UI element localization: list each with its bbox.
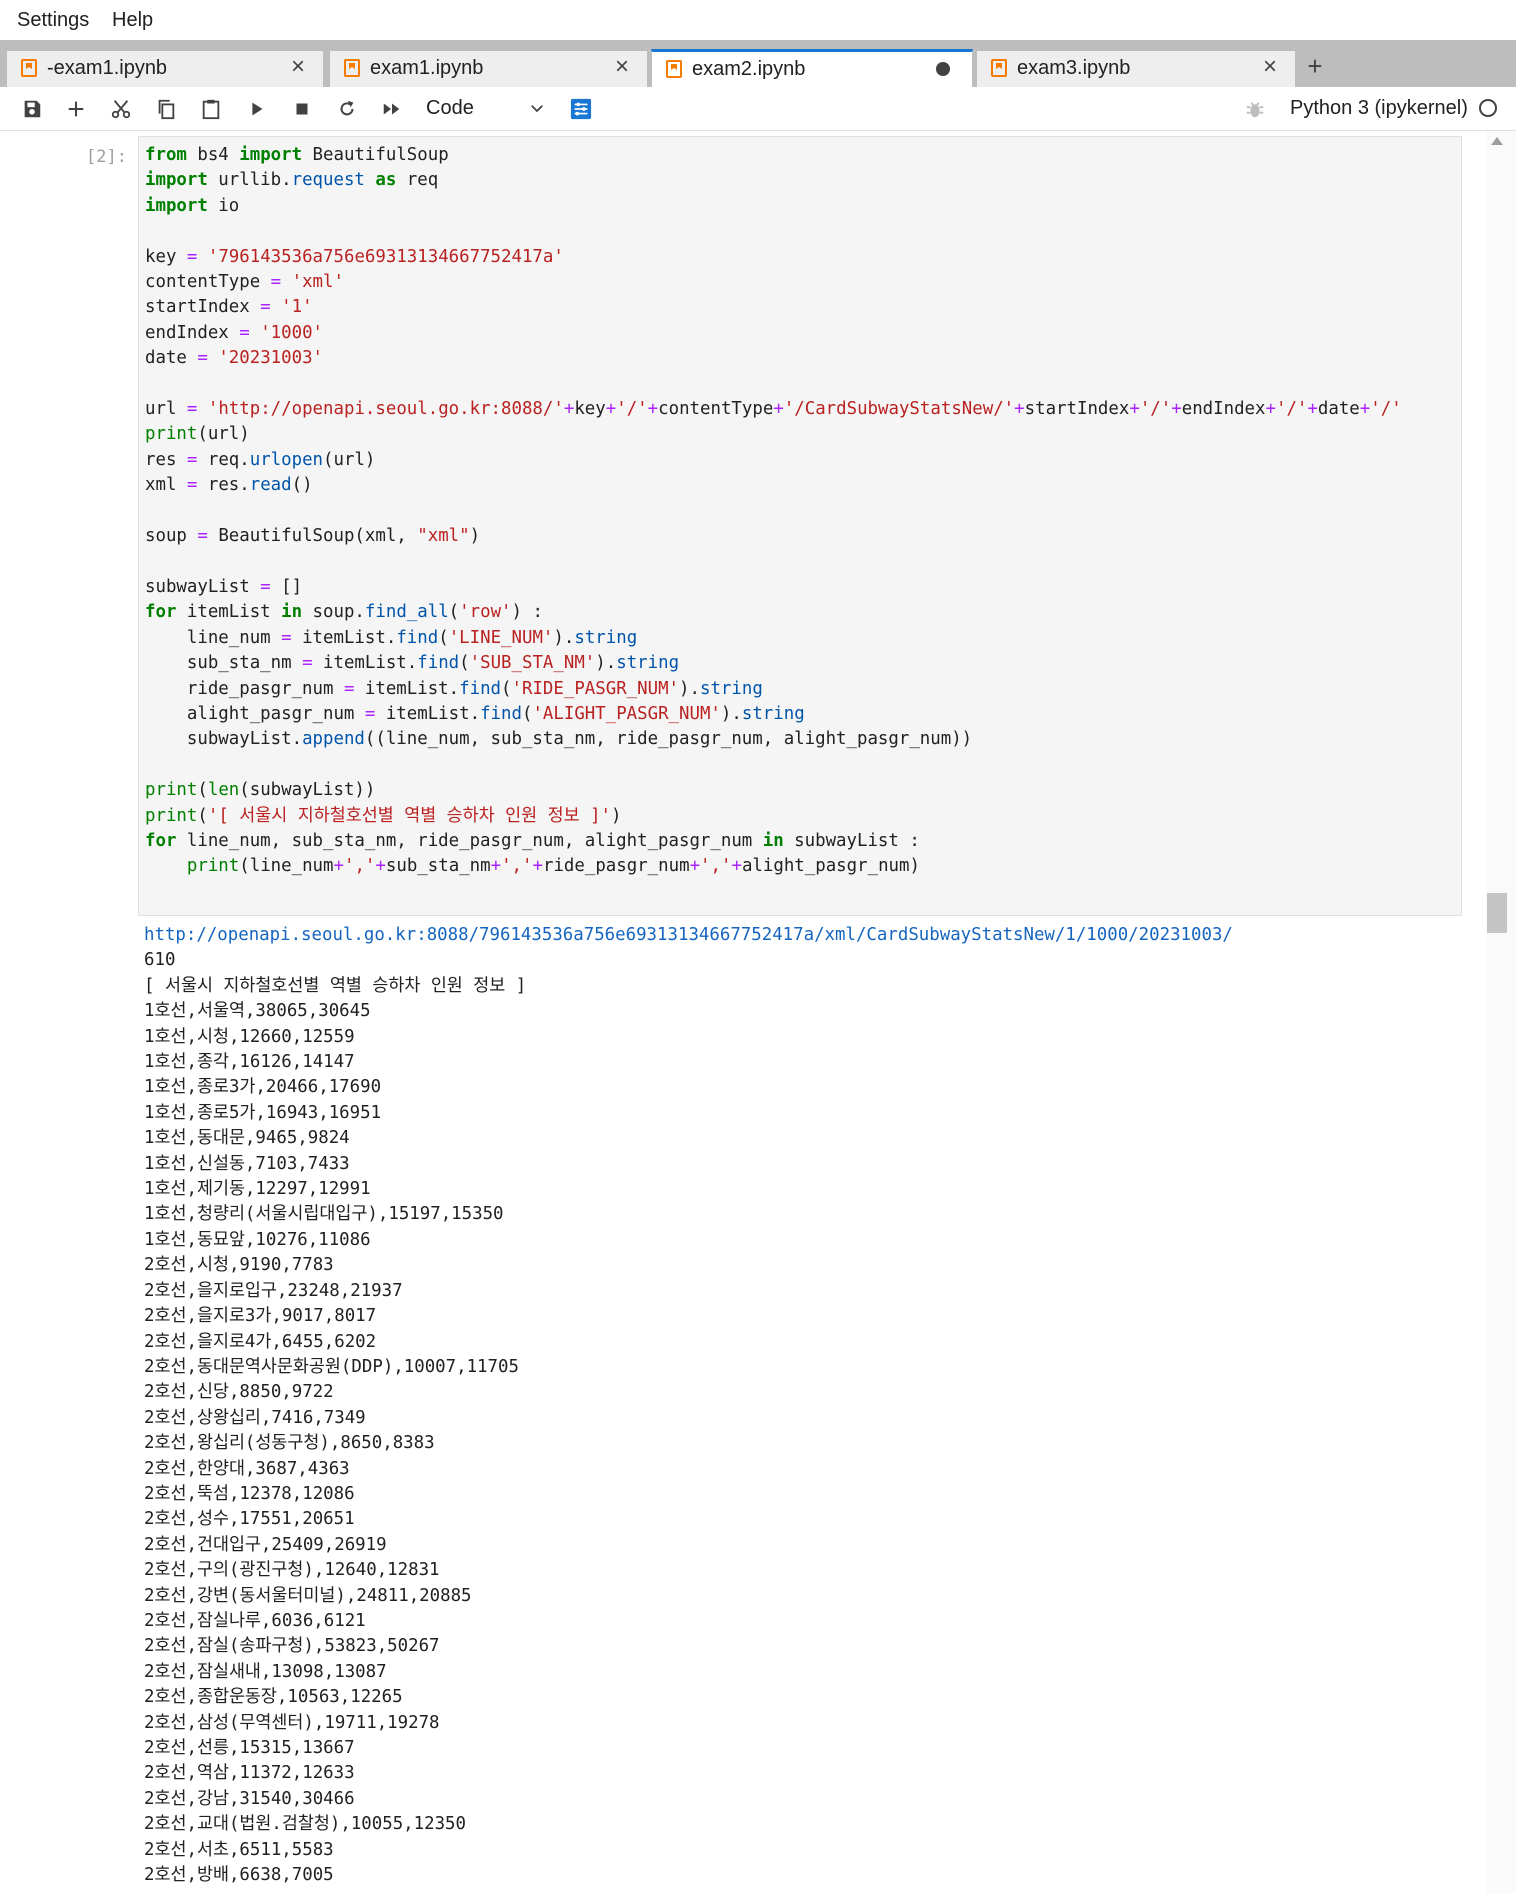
scroll-up-arrow-icon[interactable] — [1491, 137, 1503, 145]
notebook-icon — [991, 59, 1007, 77]
cell-type-value: Code — [426, 97, 474, 119]
restart-icon[interactable] — [332, 94, 362, 124]
tab-label: exam3.ipynb — [1017, 57, 1131, 79]
tab-exam3[interactable]: exam3.ipynb × — [976, 50, 1296, 87]
new-tab-plus-icon[interactable]: + — [1298, 50, 1332, 84]
tab-label: -exam1.ipynb — [47, 57, 168, 79]
notebook-icon — [666, 60, 682, 78]
kernel-status-circle-icon — [1479, 99, 1497, 117]
menu-bar: Settings Help — [0, 0, 1516, 40]
code-cell-editor[interactable]: from bs4 import BeautifulSoup import url… — [138, 136, 1462, 916]
output-text: 610 [ 서울시 지하철호선별 역별 승하차 인원 정보 ] 1호선,서울역,… — [144, 950, 527, 1886]
notebook-icon — [344, 59, 360, 77]
stop-icon[interactable] — [287, 94, 317, 124]
output-url[interactable]: http://openapi.seoul.go.kr:8088/79614353… — [144, 925, 1233, 945]
notebook-panel: [2]: from bs4 import BeautifulSoup impor… — [0, 131, 1516, 1894]
tab-exam2[interactable]: exam2.ipynb — [651, 49, 973, 87]
notebook-scrollbar[interactable] — [1486, 131, 1516, 1894]
chevron-down-icon — [531, 105, 543, 113]
close-icon[interactable]: × — [615, 55, 629, 79]
tab-label: exam1.ipynb — [370, 57, 484, 79]
cell-output: http://openapi.seoul.go.kr:8088/79614353… — [144, 923, 1233, 1888]
save-icon[interactable] — [17, 94, 47, 124]
close-icon[interactable]: × — [291, 55, 305, 79]
tab-exam1[interactable]: exam1.ipynb × — [329, 50, 648, 87]
property-inspector-icon[interactable] — [566, 94, 596, 124]
execution-prompt: [2]: — [86, 147, 127, 167]
debugger-bug-icon[interactable] — [1240, 94, 1270, 124]
add-cell-icon[interactable] — [61, 94, 91, 124]
tab-label: exam2.ipynb — [692, 58, 806, 80]
tab-exam1-copy[interactable]: -exam1.ipynb × — [6, 50, 324, 87]
unsaved-indicator-icon[interactable] — [936, 62, 950, 76]
close-icon[interactable]: × — [1263, 55, 1277, 79]
cut-icon[interactable] — [106, 94, 136, 124]
paste-icon[interactable] — [196, 94, 226, 124]
code-source[interactable]: from bs4 import BeautifulSoup import url… — [145, 143, 1402, 880]
run-icon[interactable] — [242, 94, 272, 124]
kernel-name[interactable]: Python 3 (ipykernel) — [1290, 97, 1468, 120]
cell-type-dropdown[interactable]: Code — [426, 97, 546, 123]
menu-settings[interactable]: Settings — [17, 9, 89, 32]
notebook-toolbar: Code Python 3 (ipykernel) — [0, 87, 1516, 131]
copy-icon[interactable] — [151, 94, 181, 124]
notebook-icon — [21, 59, 37, 77]
menu-help[interactable]: Help — [112, 9, 153, 32]
scrollbar-thumb[interactable] — [1487, 893, 1507, 933]
run-all-icon[interactable] — [377, 94, 407, 124]
